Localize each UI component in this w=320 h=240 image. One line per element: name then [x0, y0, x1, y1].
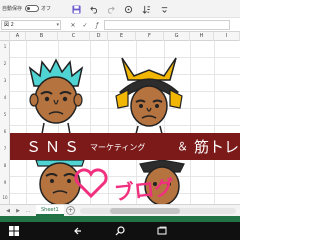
chevron-down-icon[interactable]: ▾ [56, 21, 59, 29]
banner-marketing-text: マーケティング [90, 143, 146, 152]
scroll-left-icon[interactable]: ◀ [4, 207, 12, 215]
select-all-corner[interactable] [0, 32, 10, 41]
column-header[interactable]: G [164, 32, 190, 41]
column-header[interactable]: C [58, 32, 90, 41]
column-header[interactable]: B [26, 32, 58, 41]
row-headers: 1 2 3 4 5 6 7 8 9 10 [0, 41, 10, 204]
cancel-icon[interactable]: ✕ [68, 20, 78, 30]
scroll-right-icon[interactable]: ▶ [14, 207, 22, 215]
row-header[interactable]: 2 [0, 61, 10, 66]
row-header[interactable]: 8 [0, 163, 10, 168]
row-header[interactable]: 1 [0, 44, 10, 49]
samurai-helmet-character-illustration [115, 57, 183, 134]
touch-mode-icon[interactable] [122, 3, 134, 15]
banner-kintore-text: 筋トレ [194, 138, 240, 156]
sort-icon[interactable] [140, 3, 152, 15]
formula-input[interactable] [104, 20, 230, 30]
more-sheets-icon[interactable]: … [24, 207, 32, 215]
windows-start-icon[interactable] [8, 225, 20, 237]
scrollbar-thumb[interactable] [110, 208, 180, 214]
add-sheet-button[interactable]: + [66, 206, 75, 215]
insert-function-icon[interactable]: ƒ [92, 20, 102, 30]
task-view-icon[interactable] [156, 225, 168, 237]
row-header[interactable]: 10 [0, 195, 10, 200]
redo-icon[interactable] [104, 3, 116, 15]
customize-icon[interactable] [158, 3, 170, 15]
autosave-toggle[interactable] [25, 5, 39, 12]
autosave-state: オフ [41, 6, 52, 12]
sheet-tab-bar: ◀ ▶ … Sheet1 + [0, 204, 240, 216]
enter-icon[interactable]: ✓ [80, 20, 90, 30]
row-header[interactable]: 9 [0, 180, 10, 185]
back-arrow-icon[interactable] [72, 225, 84, 237]
inserted-picture[interactable]: ＳＮＳ マーケティング ＆ 筋トレ ブログ [10, 56, 240, 204]
search-icon[interactable] [114, 225, 126, 237]
teal-hair-character-illustration [28, 58, 84, 134]
save-icon[interactable] [70, 3, 82, 15]
row-header[interactable]: 3 [0, 78, 10, 83]
windows-taskbar [0, 222, 240, 240]
sheet-tab-sheet1[interactable]: Sheet1 [36, 205, 64, 216]
horizontal-scrollbar[interactable] [80, 208, 236, 214]
column-header[interactable]: H [190, 32, 214, 41]
name-box-value: 図 2 [4, 22, 14, 28]
quick-access-toolbar: 自動保存 オフ [0, 0, 240, 18]
formula-bar: 図 2 ▾ ✕ ✓ ƒ [0, 18, 240, 32]
blog-text: ブログ [113, 174, 176, 204]
column-header[interactable]: A [10, 32, 26, 41]
banner-sns-text: ＳＮＳ [26, 138, 84, 156]
undo-icon[interactable] [88, 3, 100, 15]
row-header[interactable]: 7 [0, 146, 10, 151]
row-header[interactable]: 6 [0, 129, 10, 134]
column-header[interactable]: F [136, 32, 164, 41]
heart-icon [74, 168, 108, 198]
autosave-label: 自動保存 [2, 6, 23, 12]
column-headers: A B C D E F G H I [0, 32, 240, 41]
row-header[interactable]: 4 [0, 95, 10, 100]
column-header[interactable]: D [90, 32, 108, 41]
name-box[interactable]: 図 2 ▾ [1, 20, 61, 30]
banner-ampersand-text: ＆ [177, 140, 188, 153]
column-header[interactable]: E [108, 32, 136, 41]
column-header[interactable]: I [214, 32, 240, 41]
row-header[interactable]: 5 [0, 112, 10, 117]
